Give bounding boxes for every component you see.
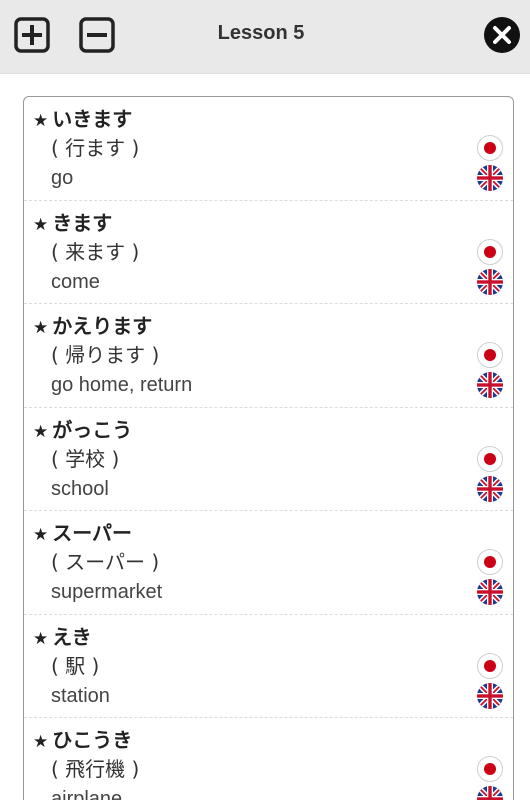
japan-flag-icon[interactable] xyxy=(477,756,503,782)
vocab-word: ★ スーパー xyxy=(33,519,513,547)
list-item: ★ かえります ( 帰ります ) go home, return xyxy=(24,304,513,408)
vocab-word: ★ ひこうき xyxy=(33,726,513,754)
vocab-word-text: えき xyxy=(52,624,92,649)
vocabulary-list: ★ いきます ( 行ます ) go ★ きます ( 来ます ) come ★ か… xyxy=(23,96,514,800)
uk-flag-icon[interactable] xyxy=(477,682,503,709)
japan-flag-icon[interactable] xyxy=(477,445,503,472)
uk-flag-icon[interactable] xyxy=(477,579,503,605)
japan-flag-icon[interactable] xyxy=(477,238,503,265)
vocab-kanji: ( 行ます ) xyxy=(51,136,140,160)
uk-flag-icon[interactable] xyxy=(477,475,503,502)
close-circle-icon[interactable] xyxy=(482,15,522,55)
uk-flag-icon[interactable] xyxy=(477,165,503,191)
vocab-meaning: go xyxy=(51,167,74,189)
vocab-word: ★ きます xyxy=(33,209,513,237)
list-item: ★ ひこうき ( 飛行機 ) airplane xyxy=(24,718,513,800)
vocab-kanji: ( 来ます ) xyxy=(51,239,140,264)
vocab-word-text: スーパー xyxy=(52,521,133,545)
vocab-word-text: かえります xyxy=(52,314,153,338)
vocab-meaning: supermarket xyxy=(51,581,163,603)
vocab-meaning: station xyxy=(51,684,110,707)
header-bar: Lesson 5 xyxy=(0,0,530,74)
list-item: ★ えき ( 駅 ) station xyxy=(24,615,513,718)
list-item: ★ いきます ( 行ます ) go xyxy=(24,97,513,201)
vocab-word: ★ えき xyxy=(33,623,513,651)
star-icon[interactable]: ★ xyxy=(33,629,48,649)
vocab-kanji: ( 帰ります ) xyxy=(51,343,160,367)
vocab-word: ★ かえります xyxy=(33,312,513,340)
star-icon[interactable]: ★ xyxy=(33,318,48,338)
uk-flag-icon[interactable] xyxy=(477,268,503,295)
vocab-kanji: ( 駅 ) xyxy=(51,653,100,678)
vocab-kanji: ( スーパー ) xyxy=(51,550,160,574)
star-icon[interactable]: ★ xyxy=(33,525,48,545)
plus-square-icon[interactable] xyxy=(12,15,52,55)
star-icon[interactable]: ★ xyxy=(33,215,48,235)
list-item: ★ きます ( 来ます ) come xyxy=(24,201,513,304)
vocab-word-text: いきます xyxy=(52,107,133,131)
vocab-word-text: ひこうき xyxy=(52,728,133,752)
page-title: Lesson 5 xyxy=(217,22,305,44)
vocab-meaning: come xyxy=(51,270,100,293)
japan-flag-icon[interactable] xyxy=(477,135,503,161)
list-item: ★ がっこう ( 学校 ) school xyxy=(24,408,513,511)
vocab-kanji: ( 学校 ) xyxy=(51,446,120,471)
japan-flag-icon[interactable] xyxy=(477,652,503,679)
minus-square-icon[interactable] xyxy=(77,15,117,55)
vocab-kanji: ( 飛行機 ) xyxy=(51,757,140,781)
star-icon[interactable]: ★ xyxy=(33,111,48,131)
vocab-meaning: airplane xyxy=(51,788,123,800)
vocab-word: ★ いきます xyxy=(33,105,513,133)
vocab-meaning: go home, return xyxy=(51,374,193,396)
vocab-word: ★ がっこう xyxy=(33,416,513,444)
star-icon[interactable]: ★ xyxy=(33,422,48,442)
vocab-word-text: きます xyxy=(52,210,113,235)
vocab-word-text: がっこう xyxy=(52,417,133,442)
star-icon[interactable]: ★ xyxy=(33,732,48,752)
uk-flag-icon[interactable] xyxy=(477,372,503,398)
list-item: ★ スーパー ( スーパー ) supermarket xyxy=(24,511,513,615)
japan-flag-icon[interactable] xyxy=(477,549,503,575)
vocab-meaning: school xyxy=(51,477,109,500)
japan-flag-icon[interactable] xyxy=(477,342,503,368)
